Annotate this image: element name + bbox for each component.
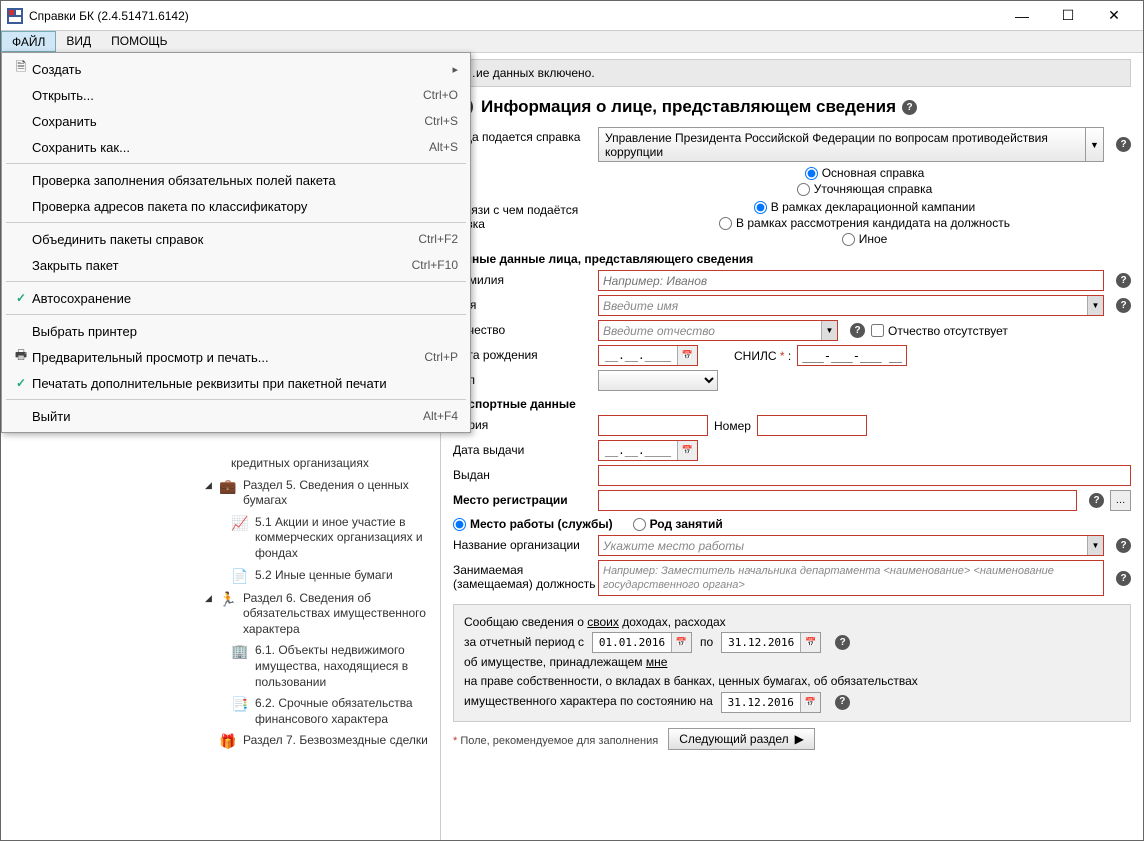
help-icon[interactable]: ?	[1116, 538, 1131, 553]
calendar-icon[interactable]: 📅	[677, 346, 697, 365]
dd-save-as[interactable]: Сохранить как...Alt+S	[4, 134, 468, 160]
check-icon: ✓	[10, 291, 32, 305]
period-to[interactable]: 📅	[721, 632, 821, 653]
help-icon[interactable]: ?	[1116, 273, 1131, 288]
midname-input[interactable]: Введите отчество▼	[598, 320, 838, 341]
registration-input[interactable]	[598, 490, 1077, 511]
calendar-icon[interactable]: 📅	[677, 441, 697, 460]
dd-open[interactable]: Открыть...Ctrl+O	[4, 82, 468, 108]
radio-candidate[interactable]: В рамках рассмотрения кандидата на должн…	[719, 216, 1010, 230]
check-icon: ✓	[10, 376, 32, 390]
next-section-button[interactable]: Следующий раздел▶	[668, 728, 815, 750]
menu-file[interactable]: ФАЙЛ	[1, 31, 56, 52]
dd-check-addr[interactable]: Проверка адресов пакета по классификатор…	[4, 193, 468, 219]
minimize-button[interactable]: —	[999, 1, 1045, 31]
caret-icon: ◢	[205, 478, 219, 509]
radio-clarify[interactable]: Уточняющая справка	[797, 182, 933, 196]
passport-number-input[interactable]	[757, 415, 867, 436]
calendar-icon[interactable]: 📅	[671, 633, 691, 652]
dd-preview-print[interactable]: 🖶Предварительный просмотр и печать...Ctr…	[4, 344, 468, 370]
caret-icon: ◢	[205, 591, 219, 638]
period-from[interactable]: 📅	[592, 632, 692, 653]
passport-series-input[interactable]	[598, 415, 708, 436]
dd-choose-printer[interactable]: Выбрать принтер	[4, 318, 468, 344]
submenu-arrow-icon: ▸	[452, 63, 458, 76]
firstname-input[interactable]: Введите имя▼	[598, 295, 1104, 316]
radio-other[interactable]: Иное	[842, 232, 888, 246]
dd-save[interactable]: СохранитьCtrl+S	[4, 108, 468, 134]
tree-section-6[interactable]: ◢🏃Раздел 6. Сведения об обязательствах и…	[201, 588, 440, 641]
window-title: Справки БК (2.4.51471.6142)	[29, 9, 189, 23]
help-icon[interactable]: ?	[1089, 493, 1104, 508]
menu-view[interactable]: ВИД	[56, 31, 101, 52]
chart-icon: 📈	[231, 515, 255, 562]
radio-campaign[interactable]: В рамках декларационной кампании	[754, 200, 975, 214]
bonds-icon: 📄	[231, 568, 255, 585]
tree-item-62[interactable]: 📑6.2. Срочные обязательства финансового …	[227, 693, 440, 730]
tree-item-52[interactable]: 📄5.2 Иные ценные бумаги	[227, 565, 440, 588]
dd-create[interactable]: 🗎Создать▸	[4, 56, 468, 82]
calendar-icon[interactable]: 📅	[800, 633, 820, 652]
file-dropdown: 🗎Создать▸ Открыть...Ctrl+O СохранитьCtrl…	[1, 52, 471, 433]
issue-date-input[interactable]: 📅	[598, 440, 698, 461]
as-of-date[interactable]: 📅	[721, 692, 821, 713]
new-doc-icon: 🗎	[10, 58, 32, 80]
help-icon[interactable]: ?	[835, 695, 850, 710]
dd-merge[interactable]: Объединить пакеты справокCtrl+F2	[4, 226, 468, 252]
tree-section-7[interactable]: 🎁Раздел 7. Безвозмездные сделки	[201, 730, 440, 753]
building-icon: 🏢	[231, 643, 255, 690]
browse-button[interactable]: …	[1110, 490, 1131, 511]
arrow-right-icon: ▶	[795, 732, 804, 746]
org-name-input[interactable]: Укажите место работы▼	[598, 535, 1104, 556]
titlebar: Справки БК (2.4.51471.6142) — ☐ ✕	[1, 1, 1143, 31]
footer-block: Сообщаю сведения о своих доходах, расход…	[453, 604, 1131, 722]
radio-work[interactable]: Место работы (службы)	[453, 517, 613, 531]
radio-main[interactable]: Основная справка	[805, 166, 925, 180]
tree-section-5[interactable]: ◢💼Раздел 5. Сведения о ценных бумагах	[201, 475, 440, 512]
dd-print-extra[interactable]: ✓Печатать дополнительные реквизиты при п…	[4, 370, 468, 396]
chevron-down-icon: ▼	[1087, 296, 1103, 315]
calendar-icon[interactable]: 📅	[800, 693, 820, 712]
help-icon[interactable]: ?	[902, 100, 917, 115]
gender-select[interactable]	[598, 370, 718, 391]
no-midname-checkbox[interactable]: Отчество отсутствует	[871, 324, 1008, 338]
person-icon: 🏃	[219, 591, 243, 638]
menu-help[interactable]: ПОМОЩЬ	[101, 31, 177, 52]
dd-exit[interactable]: ВыйтиAlt+F4	[4, 403, 468, 429]
help-icon[interactable]: ?	[835, 635, 850, 650]
tree-item-51[interactable]: 📈5.1 Акции и иное участие в коммерческих…	[227, 512, 440, 565]
org-select[interactable]: Управление Президента Российской Федерац…	[598, 127, 1104, 162]
gift-icon: 🎁	[219, 733, 243, 750]
chevron-down-icon: ▼	[821, 321, 837, 340]
autosave-strip: …ие данных включено.	[453, 59, 1131, 87]
snils-input[interactable]	[797, 345, 907, 366]
help-icon[interactable]: ?	[1116, 571, 1131, 586]
maximize-button[interactable]: ☐	[1045, 1, 1091, 31]
briefcase-icon: 💼	[219, 478, 243, 509]
chevron-down-icon: ▼	[1087, 536, 1103, 555]
printer-icon: 🖶	[10, 346, 32, 368]
help-icon[interactable]: ?	[850, 323, 865, 338]
position-input[interactable]: Например: Заместитель начальника департа…	[598, 560, 1104, 596]
issued-by-input[interactable]	[598, 465, 1131, 486]
chevron-down-icon: ▼	[1085, 128, 1103, 161]
radio-occupation[interactable]: Род занятий	[633, 517, 723, 531]
dd-close-pack[interactable]: Закрыть пакетCtrl+F10	[4, 252, 468, 278]
section-header: i Информация о лице, представляющем свед…	[453, 97, 1131, 117]
menubar: ФАЙЛ ВИД ПОМОЩЬ	[1, 31, 1143, 53]
dd-autosave[interactable]: ✓Автосохранение	[4, 285, 468, 311]
dob-input[interactable]: 📅	[598, 345, 698, 366]
app-icon	[7, 8, 23, 24]
close-button[interactable]: ✕	[1091, 1, 1137, 31]
star-note: * Поле, рекомендуемое для заполнения	[453, 735, 658, 747]
form-panel: …ие данных включено. i Информация о лице…	[441, 53, 1143, 840]
help-icon[interactable]: ?	[1116, 137, 1131, 152]
lastname-input[interactable]	[598, 270, 1104, 291]
tree-item-61[interactable]: 🏢6.1. Объекты недвижимого имущества, нах…	[227, 640, 440, 693]
document-icon: 📑	[231, 696, 255, 727]
help-icon[interactable]: ?	[1116, 298, 1131, 313]
dd-check-fields[interactable]: Проверка заполнения обязательных полей п…	[4, 167, 468, 193]
